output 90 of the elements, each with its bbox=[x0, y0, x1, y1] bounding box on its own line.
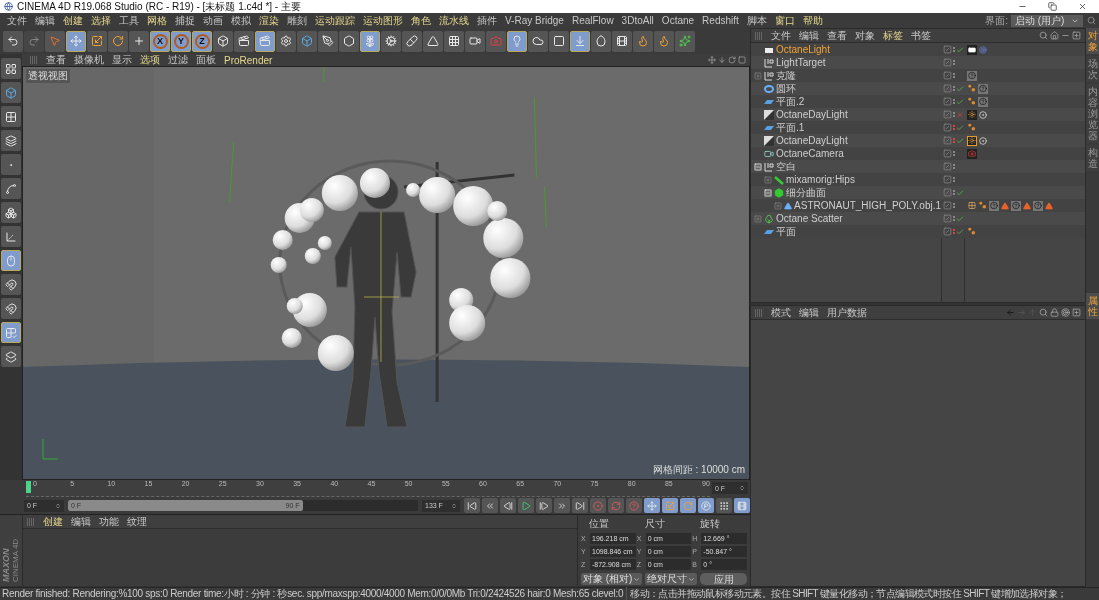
render-status: Render finished: Rendering:%100 sps:0 Render time:小时 : 分钟 : 秒sec. spp/maxspp:4000/4000 Mem:0/0/0Mb Tri:0/2424526 hair:0 Mesh:65 clevel:0 bbox=[2, 587, 624, 600]
menu-item[interactable]: 流水线 bbox=[435, 13, 473, 28]
object-row[interactable]: OctaneDayLight bbox=[751, 134, 1085, 147]
menu-item[interactable]: 渲染 bbox=[255, 13, 283, 28]
menu-item[interactable]: 选项 bbox=[136, 53, 164, 67]
window-title: CINEMA 4D R19.068 Studio (RC - R19) - [未标题 1.c4d *] - 主要 bbox=[17, 0, 302, 14]
object-name: mixamorig:Hips bbox=[786, 174, 855, 185]
object-name: 细分曲面 bbox=[786, 185, 826, 200]
size-mode-dropdown[interactable]: 绝对尺寸 bbox=[645, 573, 698, 585]
view-name: 透视视图 bbox=[26, 69, 70, 83]
menu-item[interactable]: 脚本 bbox=[742, 13, 771, 28]
grid-spacing-label: 网格间距 : 10000 cm bbox=[652, 463, 745, 477]
menu-item[interactable]: 面板 bbox=[192, 53, 220, 67]
menu-item[interactable]: 工具 bbox=[115, 13, 143, 28]
apply-button[interactable]: 应用 bbox=[700, 573, 747, 585]
menu-item[interactable]: 文件 bbox=[767, 28, 795, 43]
menu-item[interactable]: 标签 bbox=[879, 28, 907, 43]
object-name: OctaneCamera bbox=[776, 148, 844, 159]
axis-lock-button[interactable]: X bbox=[150, 30, 170, 52]
column-header: 旋转 bbox=[699, 517, 722, 531]
menu-item[interactable]: 3DtoAll bbox=[617, 15, 658, 26]
menu-item[interactable]: 雕刻 bbox=[283, 13, 311, 28]
object-name: 平面.2 bbox=[776, 94, 805, 109]
menu-item[interactable]: 书签 bbox=[907, 28, 935, 43]
object-name: OctaneLight bbox=[776, 44, 830, 55]
menu-item[interactable]: 窗口 bbox=[770, 13, 799, 28]
object-row[interactable]: 圆环 bbox=[751, 82, 1085, 95]
menu-item[interactable]: 摄像机 bbox=[70, 53, 108, 67]
object-row[interactable]: 细分曲面 bbox=[751, 186, 1085, 199]
axis-lock-button[interactable]: Y bbox=[171, 30, 191, 52]
menu-item[interactable]: 文件 bbox=[3, 13, 31, 28]
object-row[interactable]: OctaneDayLight bbox=[751, 108, 1085, 121]
object-name: ASTRONAUT_HIGH_POLY.obj.1 bbox=[794, 200, 941, 211]
object-name: LightTarget bbox=[776, 57, 826, 68]
object-name: 平面.1 bbox=[776, 120, 805, 135]
object-name: 平面 bbox=[776, 224, 796, 239]
menu-item[interactable]: 纹理 bbox=[123, 514, 151, 529]
menu-item[interactable]: Redshift bbox=[698, 15, 743, 26]
menu-item[interactable]: 帮助 bbox=[798, 13, 827, 28]
object-name: OctaneDayLight bbox=[776, 109, 848, 120]
object-name: 圆环 bbox=[776, 81, 796, 96]
menu-item[interactable]: 网格 bbox=[143, 13, 171, 28]
menu-item[interactable]: V-Ray Bridge bbox=[501, 15, 568, 26]
column-header: 尺寸 bbox=[643, 517, 666, 531]
layout-label: 界面: bbox=[985, 13, 1008, 28]
viewport[interactable]: 透视视图 网格间距 : 10000 cm bbox=[22, 66, 750, 480]
menu-item[interactable]: ProRender bbox=[220, 54, 277, 66]
axis-lock-button[interactable]: Z bbox=[192, 30, 212, 52]
menu-item[interactable]: 模拟 bbox=[227, 13, 255, 28]
side-tab[interactable]: 构造 bbox=[1086, 145, 1099, 171]
product-logo: CINEMA 4D bbox=[11, 538, 20, 582]
menu-item[interactable]: Octane bbox=[657, 15, 699, 26]
coordinate-mode-dropdown[interactable]: 对象 (相对) bbox=[581, 573, 643, 585]
menu-item[interactable]: 模式 bbox=[767, 305, 795, 320]
object-name: 空白 bbox=[776, 159, 796, 174]
menu-item[interactable]: 编辑 bbox=[795, 305, 823, 320]
side-tab[interactable]: 对象 bbox=[1086, 28, 1099, 54]
side-tab[interactable]: 场次 bbox=[1086, 56, 1099, 82]
menu-item[interactable]: 功能 bbox=[95, 514, 123, 529]
menu-item[interactable]: 捕捉 bbox=[171, 13, 199, 28]
menu-item[interactable]: 运动图形 bbox=[359, 13, 407, 28]
object-name: 克隆 bbox=[776, 68, 796, 83]
menu-item[interactable]: 创建 bbox=[59, 13, 87, 28]
brand-logo: MAXON bbox=[1, 548, 11, 582]
menu-item[interactable]: 运动跟踪 bbox=[311, 13, 359, 28]
menu-item[interactable]: 创建 bbox=[39, 514, 67, 529]
side-tab[interactable]: 内容浏览器 bbox=[1086, 84, 1099, 143]
menu-item[interactable]: RealFlow bbox=[567, 15, 618, 26]
menu-item[interactable]: 查看 bbox=[823, 28, 851, 43]
object-row[interactable]: LightTarget bbox=[751, 56, 1085, 69]
menu-item[interactable]: 角色 bbox=[407, 13, 435, 28]
menu-item[interactable]: 编辑 bbox=[31, 13, 59, 28]
menu-item[interactable]: 过滤 bbox=[164, 53, 192, 67]
menu-item[interactable]: 对象 bbox=[851, 28, 879, 43]
object-name: OctaneDayLight bbox=[776, 135, 848, 146]
menu-item[interactable]: 用户数据 bbox=[823, 305, 871, 320]
layout-dropdown[interactable]: 启动 (用户) bbox=[1011, 14, 1083, 27]
menu-item[interactable]: 显示 bbox=[108, 53, 136, 67]
object-row[interactable]: 空白 bbox=[751, 160, 1085, 173]
menu-item[interactable]: 插件 bbox=[473, 13, 501, 28]
menu-item[interactable]: 编辑 bbox=[67, 514, 95, 529]
menu-item[interactable]: 编辑 bbox=[795, 28, 823, 43]
status-hint: 移动：点击并拖动鼠标移动元素。按住 SHIFT 键量化移动；节点编辑模式时按住 SHIFT 键增加选择对象； bbox=[626, 587, 1067, 600]
menu-item[interactable]: 选择 bbox=[87, 13, 115, 28]
side-tab[interactable]: 属性 bbox=[1086, 293, 1099, 319]
menu-item[interactable]: 动画 bbox=[199, 13, 227, 28]
menu-item[interactable]: 查看 bbox=[42, 53, 70, 67]
object-name: Octane Scatter bbox=[776, 213, 843, 224]
column-header: 位置 bbox=[588, 517, 610, 531]
object-row[interactable]: Octane Scatter bbox=[751, 212, 1085, 225]
